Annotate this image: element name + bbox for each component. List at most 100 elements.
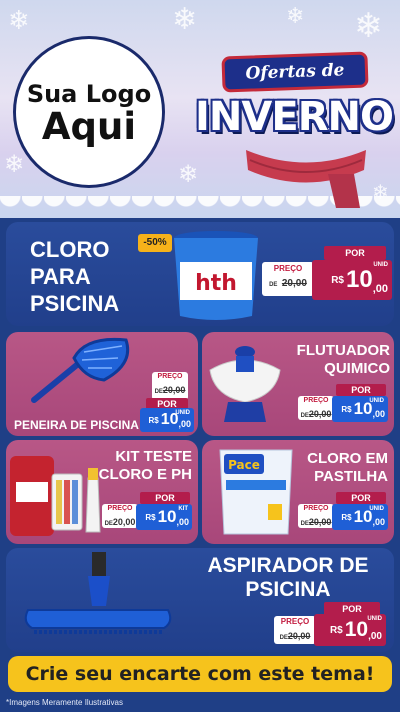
title-line: QUIMICO [324, 360, 390, 377]
title-line: PARA [30, 264, 91, 289]
price-int: 10 [344, 618, 369, 641]
price-value: KIT R$ 10 ,00 [136, 504, 192, 530]
price-cents: ,00 [368, 631, 382, 642]
title-line: CLORO EM [307, 450, 388, 467]
pool-skimmer-icon [31, 337, 130, 403]
old-price-box: PREÇO DE20,00 [274, 616, 316, 644]
old-price-box: PREÇO DE20,00 [298, 504, 334, 528]
old-price: 20,00 [308, 517, 332, 527]
unit-label: UNID [175, 410, 190, 416]
snowflake-icon: ❄ [8, 6, 30, 36]
price-value: UNID R$ 10 ,00 [314, 614, 386, 646]
de-label: DE [300, 521, 309, 527]
price-cents: ,00 [372, 517, 385, 527]
product-card-pastilha[interactable]: Pace CLORO EM PASTILHA POR PREÇO DE20,00… [202, 440, 394, 544]
old-price-box: PREÇO DE 20,00 [262, 262, 314, 296]
title-line: CLORO [30, 237, 110, 262]
preco-label: PREÇO [303, 505, 329, 512]
product-card-cloro[interactable]: CLORO PARA PSICINA hth -50% POR PREÇO DE… [6, 222, 394, 326]
de-label: DE [269, 282, 278, 288]
preco-label: PREÇO [273, 264, 303, 273]
price-cents: ,00 [178, 419, 191, 429]
snowflake-icon: ❄ [354, 6, 383, 46]
price-value: UNID R$ 10 ,00 [332, 504, 388, 530]
product-card-aspirador[interactable]: ASPIRADOR DE PSICINA POR PREÇO DE20,00 U… [6, 548, 394, 652]
currency-label: R$ [329, 624, 343, 636]
snowflake-icon: ❄ [286, 4, 305, 29]
price-int: 10 [346, 266, 373, 293]
currency-label: R$ [145, 512, 156, 522]
test-kit-icon [10, 456, 101, 536]
price-int: 10 [157, 507, 177, 526]
title-line: PASTILHA [314, 468, 388, 485]
chlorine-package-icon: Pace [219, 449, 293, 535]
product-title: FLUTUADOR QUIMICO [294, 342, 390, 378]
old-price: 20,00 [308, 409, 332, 419]
title-line: PSICINA [245, 578, 331, 601]
inverno-title: INVERNO [195, 94, 394, 140]
por-label: POR [336, 492, 386, 504]
preco-label: PREÇO [157, 373, 183, 380]
preco-label: PREÇO [303, 397, 329, 404]
preco-label: PREÇO [280, 617, 310, 626]
currency-label: R$ [148, 415, 159, 425]
old-price-box: PREÇO DE20,00 [298, 396, 334, 420]
price-value: UNID R$ 10 ,00 [332, 396, 388, 422]
price-cents: ,00 [372, 283, 388, 295]
preco-label: PREÇO [107, 505, 133, 512]
logo-line2: Aqui [41, 104, 137, 148]
logo-placeholder[interactable]: Sua Logo Aqui [13, 36, 165, 188]
old-price: 20,00 [162, 385, 186, 395]
brand-text: Pace [228, 458, 260, 472]
title-line: PSICINA [30, 291, 120, 316]
currency-label: R$ [331, 274, 344, 286]
por-label: POR [324, 246, 386, 260]
discount-badge: -50% [138, 234, 172, 252]
unit-label: UNID [373, 262, 388, 268]
logo-line1: Sua Logo [26, 79, 152, 108]
chlorine-bucket-icon: hth [174, 231, 258, 320]
product-title: PENEIRA DE PISCINA [14, 418, 139, 432]
de-label: DE [154, 389, 163, 395]
snowflake-icon: ❄ [178, 160, 199, 188]
old-price-box: PREÇO DE20,00 [102, 504, 138, 528]
product-title: KIT TESTE CLORO E PH [98, 448, 192, 484]
unit-label: UNID [367, 616, 382, 622]
por-label: POR [140, 492, 190, 504]
product-title: CLORO PARA PSICINA [30, 236, 119, 317]
footnote: *Imagens Meramente Ilustrativas [6, 698, 123, 707]
price-cents: ,00 [372, 409, 385, 419]
de-label: DE [300, 413, 309, 419]
title-line: KIT TESTE [115, 448, 192, 465]
product-card-flutuador[interactable]: FLUTUADOR QUIMICO POR PREÇO DE20,00 UNID… [202, 332, 394, 436]
de-label: DE [279, 635, 288, 641]
header-banner: ❄ ❄ ❄ ❄ ❄ ❄ ❄ Sua Logo Aqui Ofertas de I… [0, 0, 400, 218]
unit-label: KIT [178, 506, 188, 512]
snowflake-icon: ❄ [4, 150, 25, 178]
old-price: 20,00 [287, 631, 311, 641]
old-price-box: PREÇO DE20,00 [152, 372, 188, 400]
title-line: FLUTUADOR [296, 342, 390, 359]
snowflake-icon: ❄ [172, 2, 198, 37]
brand-text: hth [195, 271, 237, 296]
cta-button[interactable]: Crie seu encarte com este tema! [8, 656, 392, 692]
unit-label: UNID [369, 506, 384, 512]
currency-label: R$ [341, 512, 352, 522]
old-price: 20,00 [112, 517, 136, 527]
old-price: 20,00 [281, 278, 307, 289]
ofertas-label: Ofertas de [221, 51, 369, 93]
title-line: ASPIRADOR DE [207, 554, 369, 577]
currency-label: R$ [341, 404, 352, 414]
de-label: DE [104, 521, 113, 527]
por-label: POR [336, 384, 386, 396]
pool-vacuum-icon [24, 552, 172, 634]
product-title: ASPIRADOR DE PSICINA [192, 554, 384, 602]
product-card-kit[interactable]: KIT TESTE CLORO E PH POR PREÇO DE20,00 K… [6, 440, 198, 544]
product-card-peneira[interactable]: PENEIRA DE PISCINA PREÇO DE20,00 POR UNI… [6, 332, 198, 436]
title-line: CLORO E PH [98, 466, 192, 483]
price-value: UNID R$ 10 ,00 [140, 408, 194, 432]
product-title: CLORO EM PASTILHA [294, 450, 388, 486]
unit-label: UNID [369, 398, 384, 404]
price-cents: ,00 [176, 517, 189, 527]
price-value: UNID R$ 10 ,00 [312, 260, 392, 300]
